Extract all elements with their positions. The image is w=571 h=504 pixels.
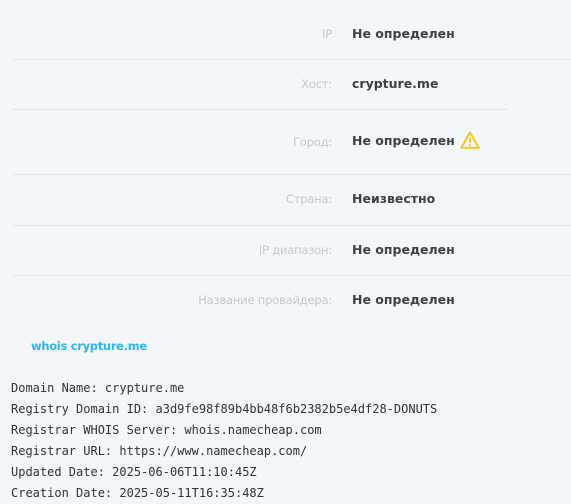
row-divider [12, 59, 571, 60]
whois-line: Registrar URL: https://www.namecheap.com… [11, 444, 308, 458]
city-value-group: Не определен [352, 131, 480, 149]
city-label: Город: [292, 135, 332, 149]
ip-range-label: IP диапазон: [258, 243, 332, 257]
row-divider [12, 174, 571, 175]
whois-line: Creation Date: 2025-05-11T16:35:48Z [11, 486, 264, 500]
row-divider [12, 275, 571, 276]
whois-link[interactable]: whois crypture.me [31, 339, 147, 353]
provider-value: Не определен [352, 292, 455, 307]
city-value: Не определен [352, 132, 455, 148]
ip-value: Не определен [352, 26, 455, 41]
whois-line: Registry Domain ID: a3d9fe98f89b4bb48f6b… [11, 402, 438, 416]
host-label: Хост: [301, 77, 332, 91]
whois-line: Registrar WHOIS Server: whois.namecheap.… [11, 423, 322, 437]
country-label: Страна: [285, 192, 332, 206]
whois-line: Updated Date: 2025-06-06T11:10:45Z [11, 465, 257, 479]
ip-label: IP [322, 27, 332, 41]
country-value: Неизвестно [352, 191, 436, 206]
provider-label: Название провайдера: [198, 293, 332, 307]
row-divider [12, 109, 507, 110]
host-value: crypture.me [352, 76, 439, 91]
ip-range-value: Не определен [352, 242, 455, 257]
whois-output: Domain Name: crypture.me Registry Domain … [11, 378, 437, 504]
whois-line: Domain Name: crypture.me [11, 381, 185, 395]
row-divider [12, 225, 571, 226]
warning-triangle-icon [459, 131, 480, 149]
